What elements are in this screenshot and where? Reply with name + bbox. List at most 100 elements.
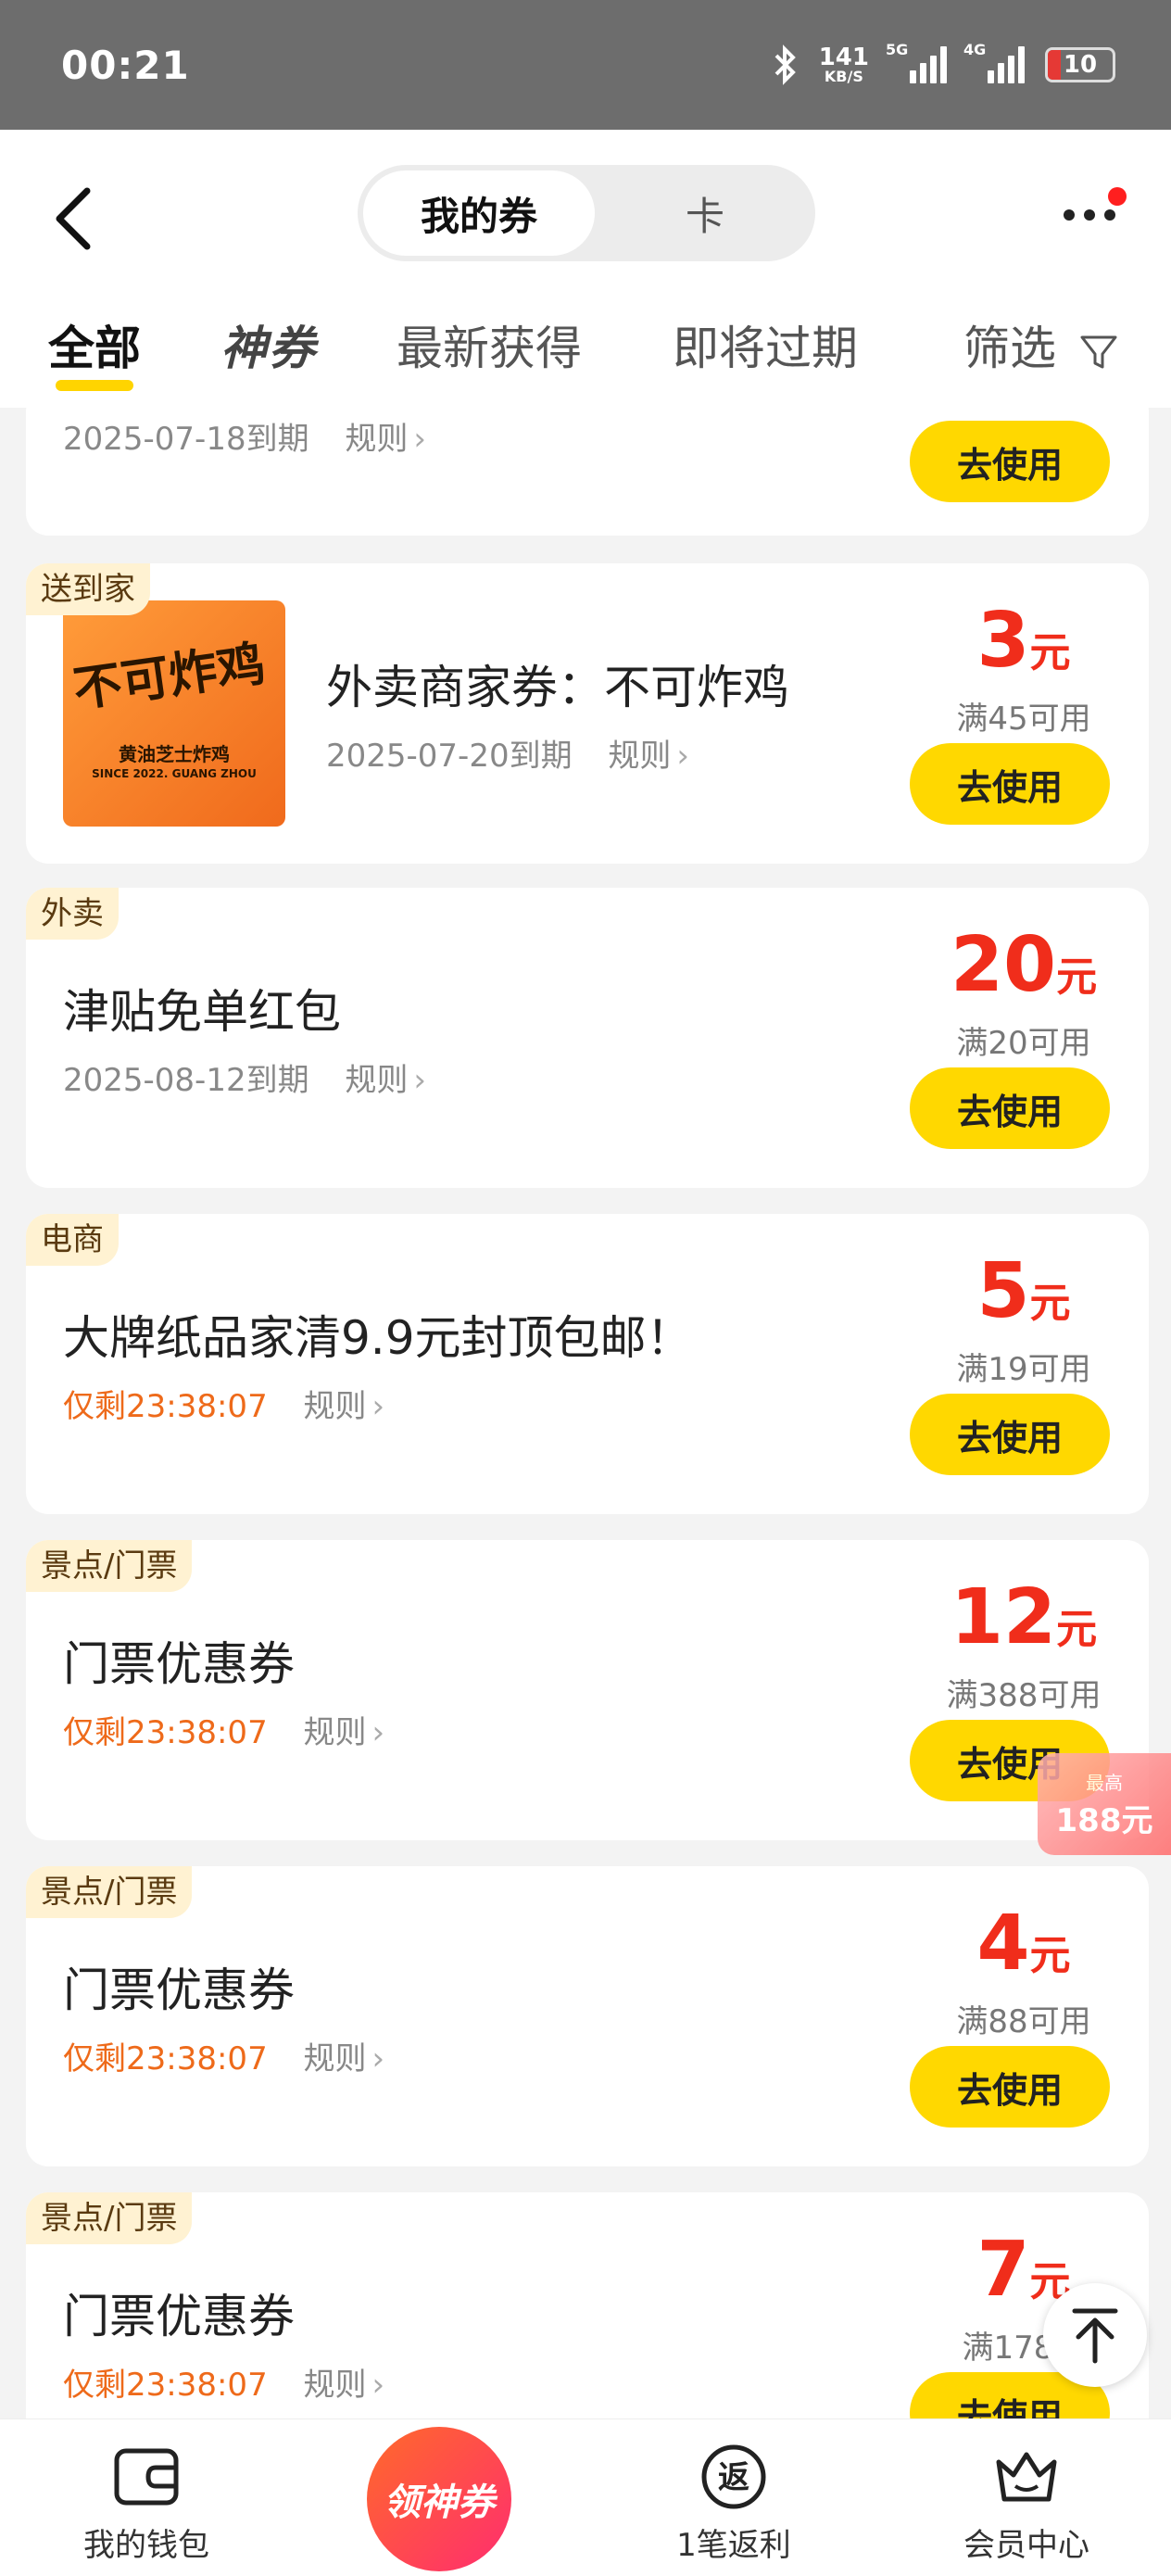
coupon-title: 门票优惠券: [63, 2290, 295, 2343]
coupon-meta: 仅剩23:38:07 规则 ›: [63, 1381, 384, 1426]
filter-icon: [1080, 335, 1117, 368]
bluetooth-icon: [774, 44, 796, 85]
crown-icon: [996, 2452, 1057, 2502]
coupon-card: 外卖 津贴免单红包 2025-08-12到期 规则 › 20元 满20可用 去使用: [26, 888, 1149, 1188]
nav-wallet[interactable]: 我的钱包: [35, 2419, 258, 2576]
coupon-title: 大牌纸品家清9.9元封顶包邮！: [63, 1311, 693, 1365]
segment-my-coupons[interactable]: 我的券: [363, 170, 595, 256]
tab-expiring[interactable]: 即将过期: [673, 302, 858, 395]
chevron-right-icon: ›: [413, 1062, 427, 1099]
chevron-right-icon: ›: [371, 1714, 385, 1751]
back-button[interactable]: [48, 182, 104, 284]
header: 我的券 卡 全部 神券 最新获得 即将过期 筛选: [0, 130, 1171, 408]
rules-link[interactable]: 规则: [345, 1062, 408, 1099]
signal-5g-icon: 5G: [886, 41, 947, 83]
coupon-meta: 2025-07-20到期 规则 ›: [326, 730, 689, 776]
coupon-meta: 2025-08-12到期 规则 ›: [63, 1054, 426, 1100]
coupon-expiry: 2025-07-20到期: [326, 738, 573, 775]
coupon-amount: 12元: [950, 1573, 1098, 1661]
coupon-card: 景点/门票 门票优惠券 仅剩23:38:07 规则 › 7元 满178可 去使用: [26, 2192, 1149, 2418]
tab-all[interactable]: 全部: [48, 302, 141, 395]
coupon-title: 津贴免单红包: [63, 985, 341, 1039]
coupon-meta: 仅剩23:38:07 规则 ›: [63, 2033, 384, 2078]
coupon-card: 2025-07-18到期 规则 › 去使用: [26, 408, 1149, 536]
rules-link[interactable]: 规则: [304, 1388, 367, 1425]
coupon-countdown: 仅剩23:38:07: [63, 1388, 268, 1425]
segment-control: 我的券 卡: [358, 165, 815, 261]
coupon-card: 不可炸鸡 黄油芝士炸鸡 SINCE 2022. GUANG ZHOU 送到家 外…: [26, 563, 1149, 864]
filter-tabs: 全部 神券 最新获得 即将过期 筛选: [0, 302, 1171, 395]
use-button[interactable]: 去使用: [910, 1067, 1110, 1149]
chevron-right-icon: ›: [413, 421, 427, 458]
coupon-condition: 满45可用: [956, 701, 1091, 738]
chevron-right-icon: ›: [371, 2367, 385, 2404]
net-speed: 141 KB/S: [818, 44, 869, 85]
rules-link[interactable]: 规则: [608, 738, 671, 775]
chevron-right-icon: ›: [676, 738, 690, 775]
chevron-right-icon: ›: [371, 1388, 385, 1425]
back-to-top-button[interactable]: [1043, 2283, 1147, 2387]
get-coupon-button[interactable]: 领神券: [367, 2427, 511, 2571]
coupon-title: 门票优惠券: [63, 1964, 295, 2017]
coupon-tag: 景点/门票: [26, 1866, 193, 1918]
tab-filter[interactable]: 筛选: [963, 302, 1119, 395]
use-button[interactable]: 去使用: [910, 1394, 1110, 1475]
notification-dot: [1108, 187, 1127, 206]
use-button[interactable]: 去使用: [910, 2046, 1110, 2128]
coupon-condition: 满19可用: [956, 1351, 1091, 1388]
arrow-up-icon: [1072, 2308, 1118, 2364]
status-bar: 00:21 141 KB/S 5G 4G 10: [0, 0, 1171, 130]
coupon-amount: 5元: [976, 1247, 1071, 1335]
coupon-condition: 满388可用: [946, 1677, 1102, 1714]
coupon-expiry: 2025-07-18到期: [63, 421, 309, 458]
status-icons: 141 KB/S 5G 4G 10: [771, 41, 1115, 85]
rules-link[interactable]: 规则: [304, 2040, 367, 2077]
coupon-expiry: 2025-08-12到期: [63, 1062, 309, 1099]
coupon-condition: 满20可用: [956, 1025, 1091, 1062]
signal-4g-icon: 4G: [963, 41, 1025, 83]
battery-icon: 10: [1045, 47, 1115, 82]
svg-text:返: 返: [718, 2459, 749, 2496]
merchant-image: 不可炸鸡 黄油芝士炸鸡 SINCE 2022. GUANG ZHOU: [63, 600, 285, 827]
coupon-amount: 3元: [976, 597, 1071, 685]
coupon-card: 电商 大牌纸品家清9.9元封顶包邮！ 仅剩23:38:07 规则 › 5元 满19…: [26, 1214, 1149, 1514]
rules-link[interactable]: 规则: [304, 1714, 367, 1751]
coupon-meta: 仅剩23:38:07 规则 ›: [63, 2359, 384, 2405]
bottom-nav: 我的钱包 领神券 返 1笔返利 会员中心: [0, 2418, 1171, 2576]
coupon-title: 外卖商家券：不可炸鸡: [326, 661, 789, 714]
status-time: 00:21: [61, 42, 190, 88]
coupon-amount: 4元: [976, 1900, 1071, 1988]
floating-reward-badge[interactable]: 最高 188元: [1038, 1753, 1171, 1855]
coupon-amount: 20元: [950, 921, 1098, 1009]
nav-rebate[interactable]: 返 1笔返利: [623, 2419, 845, 2576]
coupon-card: 景点/门票 门票优惠券 仅剩23:38:07 规则 › 12元 满388可用 去使…: [26, 1540, 1149, 1840]
coupon-title: 门票优惠券: [63, 1637, 295, 1691]
filter-label: 筛选: [963, 322, 1056, 375]
coupon-tag: 外卖: [26, 888, 119, 940]
coupon-countdown: 仅剩23:38:07: [63, 2040, 268, 2077]
coupon-list: 2025-07-18到期 规则 › 去使用 不可炸鸡 黄油芝士炸鸡 SINCE 2…: [0, 408, 1171, 2418]
chevron-left-icon: [56, 187, 91, 250]
coupon-tag: 送到家: [26, 563, 150, 615]
coupon-countdown: 仅剩23:38:07: [63, 1714, 268, 1751]
rules-link[interactable]: 规则: [304, 2367, 367, 2404]
coupon-meta: 2025-07-18到期 规则 ›: [63, 413, 426, 459]
coupon-card: 景点/门票 门票优惠券 仅剩23:38:07 规则 › 4元 满88可用 去使用: [26, 1866, 1149, 2166]
wallet-icon: [114, 2448, 179, 2506]
tab-shen[interactable]: 神券: [220, 302, 317, 395]
segment-cards[interactable]: 卡: [595, 170, 815, 256]
rules-link[interactable]: 规则: [345, 421, 408, 458]
coupon-condition: 满88可用: [956, 2003, 1091, 2040]
use-button[interactable]: 去使用: [910, 743, 1110, 825]
rebate-icon: 返: [701, 2444, 766, 2509]
more-button[interactable]: [1056, 187, 1130, 243]
coupon-tag: 景点/门票: [26, 1540, 193, 1592]
coupon-meta: 仅剩23:38:07 规则 ›: [63, 1707, 384, 1752]
chevron-right-icon: ›: [371, 2040, 385, 2077]
nav-member-center[interactable]: 会员中心: [915, 2419, 1138, 2576]
coupon-tag: 电商: [26, 1214, 119, 1266]
coupon-countdown: 仅剩23:38:07: [63, 2367, 268, 2404]
tab-latest[interactable]: 最新获得: [397, 302, 582, 395]
use-button[interactable]: 去使用: [910, 421, 1110, 502]
coupon-tag: 景点/门票: [26, 2192, 193, 2244]
